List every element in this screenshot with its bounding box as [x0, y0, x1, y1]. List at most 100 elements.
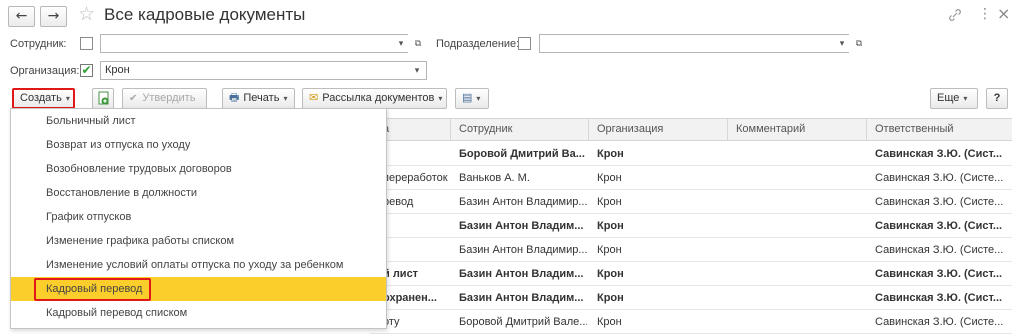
menu-item[interactable]: Изменение условий оплаты отпуска по уход… — [11, 253, 386, 277]
chevron-down-icon: ▾ — [414, 65, 420, 75]
table-row[interactable]: Базин Антон Владим... Крон Савинская З.Ю. … — [370, 214, 1012, 238]
menu-item[interactable]: График отпусков — [11, 205, 386, 229]
mail-icon: ✉ — [309, 92, 319, 104]
table-cell-doc: ревод — [383, 196, 414, 208]
table-cell-doc — [383, 214, 455, 238]
employee-label: Сотрудник: — [10, 38, 67, 50]
table-cell-org: Крон — [597, 220, 624, 232]
back-button[interactable]: ← — [8, 6, 35, 27]
table-cell-doc: переработок — [383, 172, 448, 184]
arrow-left-icon: ← — [15, 8, 28, 24]
column-header-comment[interactable]: Комментарий — [736, 118, 805, 140]
employee-checkbox[interactable] — [80, 37, 93, 50]
table-cell-org: Крон — [597, 244, 622, 256]
more-button[interactable]: Еще ▾ — [930, 88, 978, 109]
table-cell-doc: охранен... — [383, 292, 437, 304]
employee-field[interactable] — [100, 34, 408, 53]
print-button[interactable]: 🖶 Печать ▾ — [222, 88, 295, 109]
table-cell-org: Крон — [597, 148, 624, 160]
menu-item[interactable]: Изменение графика работы списком — [11, 229, 386, 253]
table-cell-org: Крон — [597, 172, 622, 184]
table-row[interactable]: охранен... Базин Антон Владим... Крон Савин… — [370, 286, 1012, 310]
chevron-down-icon: ▾ — [963, 94, 968, 103]
table-cell-resp: Савинская З.Ю. (Систе... — [875, 316, 1004, 328]
table-cell-employee: Ваньков А. М. — [459, 172, 530, 184]
organization-dropdown-button[interactable]: ▾ — [410, 62, 424, 79]
printer-icon: 🖶 — [229, 92, 240, 104]
table-cell-doc: й лист — [383, 268, 419, 280]
menu-item[interactable]: Возобновление трудовых договоров — [11, 157, 386, 181]
menu-item[interactable]: Возврат из отпуска по уходу — [11, 133, 386, 157]
create-label: Создать — [20, 92, 62, 104]
check-icon: ✔ — [129, 93, 138, 104]
table-cell-employee: Базин Антон Владим... — [459, 220, 584, 232]
more-label: Еще — [937, 92, 960, 104]
organization-checkbox[interactable]: ✔ — [80, 64, 93, 77]
chevron-down-icon: ▾ — [438, 94, 443, 103]
table-cell-employee: Базин Антон Владим... — [459, 292, 584, 304]
print-label: Печать — [243, 92, 280, 104]
table-cell-comment — [736, 262, 864, 286]
create-menu: Больничный лист Возврат из отпуска по ухо… — [10, 108, 387, 329]
help-button[interactable]: ? — [986, 88, 1008, 109]
table-cell-org: Крон — [597, 316, 622, 328]
table-cell-doc: оту — [383, 316, 400, 328]
create-copy-button[interactable] — [92, 88, 114, 109]
table-cell-employee: Базин Антон Владимир... — [459, 244, 587, 256]
table-cell-employee: Боровой Дмитрий Ва... — [459, 148, 585, 160]
link-icon[interactable] — [948, 8, 962, 25]
table-cell-resp: Савинская З.Ю. (Систе... — [875, 244, 1004, 256]
table-row[interactable]: переработок Ваньков А. М. Крон Савинская З.… — [370, 166, 1012, 190]
approve-button[interactable]: ✔ Утвердить — [122, 88, 207, 109]
table-cell-comment — [736, 214, 864, 238]
organization-field[interactable]: Крон — [100, 61, 427, 80]
column-header-responsible[interactable]: Ответственный — [875, 118, 954, 140]
table-cell-comment — [736, 190, 864, 214]
table-row[interactable]: ревод Базин Антон Владимир... Крон Савинска… — [370, 190, 1012, 214]
table-cell-comment — [736, 142, 864, 166]
mailing-button[interactable]: ✉ Рассылка документов ▾ — [302, 88, 447, 109]
chevron-down-icon: ▾ — [283, 94, 288, 103]
related-documents-button[interactable]: ▤ ▾ — [455, 88, 489, 109]
table-cell-org: Крон — [597, 292, 624, 304]
department-label: Подразделение: — [436, 38, 520, 50]
department-dropdown-button[interactable]: ▾ — [835, 35, 849, 52]
menu-item[interactable]: Больничный лист — [11, 109, 386, 133]
more-vertical-icon[interactable]: ⋮ — [978, 6, 992, 22]
menu-item[interactable]: Кадровый перевод списком — [11, 301, 386, 325]
chevron-down-icon: ▾ — [839, 38, 845, 48]
menu-item[interactable]: Восстановление в должности — [11, 181, 386, 205]
department-checkbox[interactable] — [518, 37, 531, 50]
chevron-down-icon: ▾ — [65, 94, 70, 103]
table-row[interactable]: оту Боровой Дмитрий Вале... Крон Савинская … — [370, 310, 1012, 334]
table-cell-comment — [736, 238, 864, 262]
table-cell-comment — [736, 166, 864, 190]
chevron-down-icon: ▾ — [476, 94, 481, 103]
table-cell-doc — [383, 238, 455, 262]
table-cell-resp: Савинская З.Ю. (Сист... — [875, 268, 1003, 280]
table-cell-comment — [736, 286, 864, 310]
table-cell-resp: Савинская З.Ю. (Систе... — [875, 196, 1004, 208]
create-button[interactable]: Создать ▾ — [12, 88, 75, 109]
department-field[interactable] — [539, 34, 849, 53]
annotation-highlight-box — [34, 278, 151, 301]
open-icon: ⧉ — [855, 38, 863, 48]
forward-button[interactable]: → — [40, 6, 67, 27]
table-row[interactable]: й лист Базин Антон Владим... Крон Савинская… — [370, 262, 1012, 286]
employee-open-button[interactable]: ⧉ — [411, 35, 425, 52]
table-cell-resp: Савинская З.Ю. (Сист... — [875, 292, 1003, 304]
table-row[interactable]: Базин Антон Владимир... Крон Савинская З.Ю… — [370, 238, 1012, 262]
approve-label: Утвердить — [142, 92, 196, 104]
employee-dropdown-button[interactable]: ▾ — [394, 35, 408, 52]
column-header-organization[interactable]: Организация — [597, 118, 663, 140]
table-cell-resp: Савинская З.Ю. (Сист... — [875, 220, 1003, 232]
document-icon: ▤ — [462, 92, 473, 104]
open-icon: ⧉ — [414, 38, 422, 48]
table-row[interactable]: Боровой Дмитрий Ва... Крон Савинская З.Ю. … — [370, 142, 1012, 166]
column-header-employee[interactable]: Сотрудник — [459, 118, 512, 140]
table-cell-resp: Савинская З.Ю. (Сист... — [875, 148, 1003, 160]
close-icon[interactable]: × — [997, 4, 1010, 23]
star-icon[interactable]: ☆ — [78, 3, 95, 25]
table-cell-doc — [383, 142, 455, 166]
department-open-button[interactable]: ⧉ — [852, 35, 866, 52]
